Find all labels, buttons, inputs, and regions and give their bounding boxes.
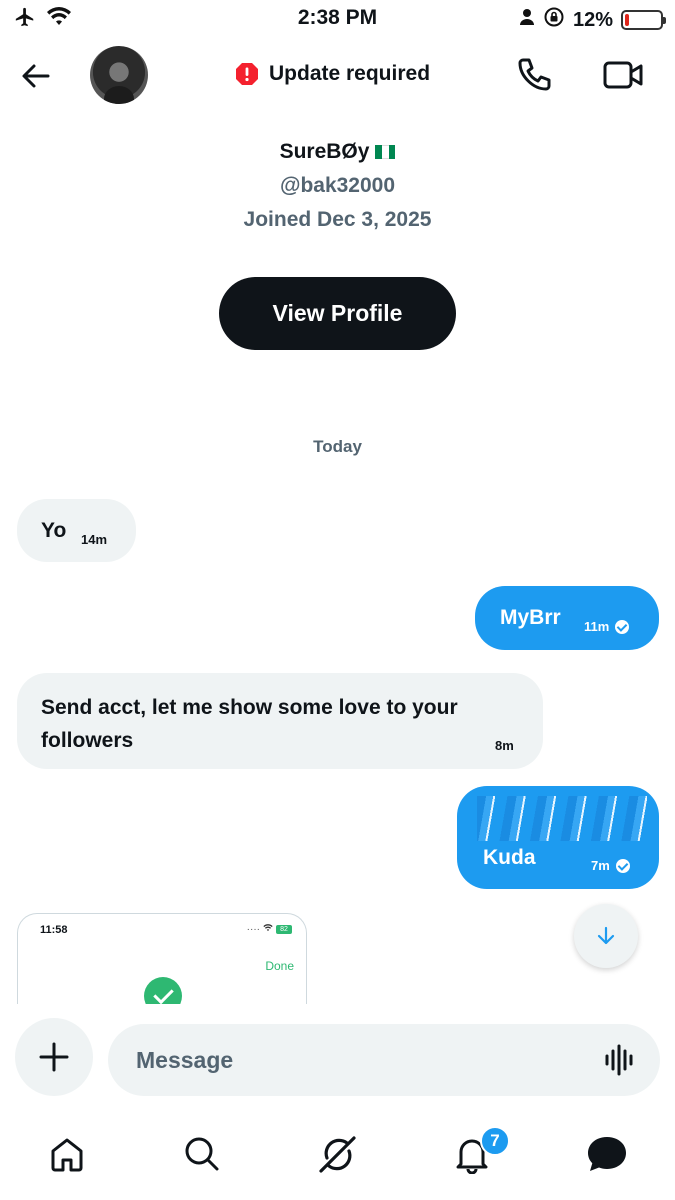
signal-dots-icon: ···· [246, 924, 260, 935]
message-text: Kuda [483, 846, 536, 869]
scroll-to-bottom-button[interactable] [574, 904, 638, 968]
alert-icon [236, 63, 258, 85]
attachment-status: ···· 82 [247, 924, 292, 935]
battery-icon: 82 [276, 925, 292, 934]
redaction-scribble [477, 796, 647, 841]
read-check-icon [615, 619, 630, 634]
battery-level [625, 14, 629, 26]
message-input[interactable] [136, 1042, 576, 1078]
battery-percent: 12% [572, 8, 613, 31]
nav-grok[interactable] [315, 1132, 359, 1176]
nigeria-flag-icon [375, 145, 396, 159]
success-check-icon [144, 977, 182, 1004]
profile-summary: SureBØy @bak32000 Joined Dec 3, 2025 [0, 140, 675, 232]
person-icon [519, 8, 535, 32]
arrow-down-icon [597, 926, 615, 945]
video-call-button[interactable] [602, 58, 644, 92]
message-time: 14m [81, 532, 108, 547]
rotation-lock-icon [543, 6, 565, 34]
message-bubble-outgoing[interactable]: MyBrr 11m [475, 586, 659, 650]
message-time: 11m [584, 619, 610, 634]
day-separator: Today [313, 437, 362, 456]
update-required-banner[interactable]: Update required [235, 62, 430, 86]
done-label: Done [265, 959, 294, 973]
profile-joined-date: Joined Dec 3, 2025 [243, 208, 432, 231]
profile-name: SureBØy [0, 140, 675, 164]
messages-icon [588, 1137, 626, 1171]
status-bar: 2:38 PM 12% [0, 0, 675, 38]
message-bubble-outgoing[interactable]: Kuda 7m [457, 786, 659, 889]
attachment-time: 11:58 [40, 924, 68, 936]
bottom-navigation: 7 [0, 1110, 675, 1200]
message-time: 8m [495, 738, 514, 753]
avatar[interactable] [90, 46, 148, 104]
search-icon [185, 1137, 219, 1171]
nav-search[interactable] [180, 1132, 224, 1176]
message-bubble-incoming[interactable]: Send acct, let me show some love to your… [17, 673, 543, 769]
message-text: MyBrr [500, 606, 561, 629]
nav-messages[interactable] [585, 1132, 629, 1176]
message-composer [108, 1024, 660, 1096]
add-attachment-button[interactable] [15, 1018, 93, 1096]
wifi-icon [263, 924, 273, 935]
grok-icon [319, 1136, 356, 1173]
conversation-header: Update required [0, 38, 675, 114]
message-bubble-incoming[interactable]: Yo 14m [17, 499, 136, 562]
phone-icon [518, 58, 551, 91]
view-profile-button[interactable]: View Profile [219, 277, 456, 350]
profile-name-text: SureBØy [279, 140, 370, 163]
voice-call-button[interactable] [515, 56, 553, 94]
voice-message-button[interactable] [602, 1042, 638, 1078]
message-time: 7m [591, 858, 610, 873]
home-icon [51, 1138, 83, 1172]
plus-icon [39, 1042, 69, 1072]
status-right: 12% [519, 6, 666, 34]
video-icon [603, 61, 643, 89]
message-text: Yo [41, 519, 67, 542]
nav-home[interactable] [45, 1132, 89, 1176]
image-attachment[interactable]: 11:58 ···· 82 Done [17, 913, 307, 1004]
back-button[interactable] [18, 58, 54, 94]
read-check-icon [615, 858, 630, 873]
battery-icon [621, 10, 666, 30]
audio-waveform-icon [605, 1044, 633, 1076]
message-text: Send acct, let me show some love to your… [41, 696, 458, 752]
notification-badge: 7 [480, 1126, 510, 1156]
back-arrow-icon [22, 64, 50, 88]
profile-handle: @bak32000 [279, 174, 396, 197]
update-required-label: Update required [269, 62, 431, 85]
